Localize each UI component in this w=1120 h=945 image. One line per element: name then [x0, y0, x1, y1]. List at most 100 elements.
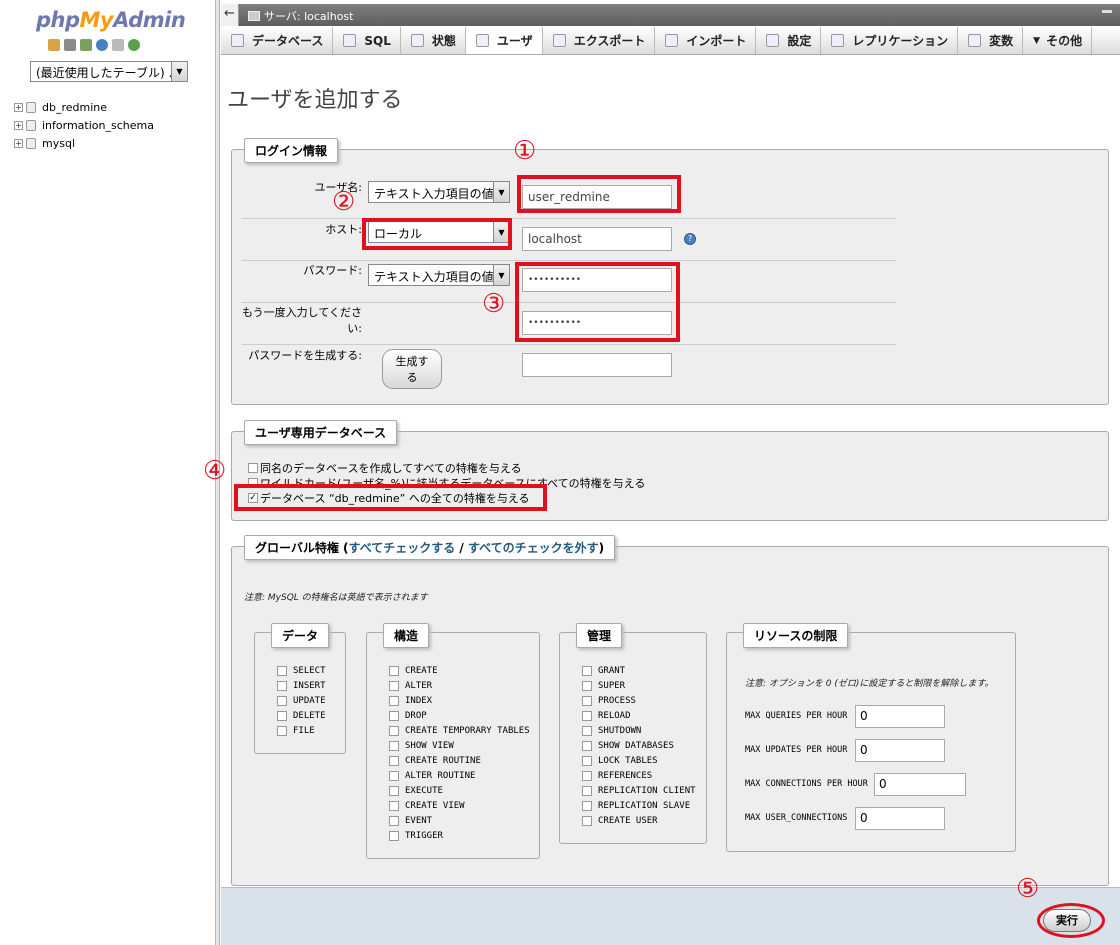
max-connections-input[interactable]: 0: [874, 773, 966, 796]
tab-more[interactable]: ▼ その他: [1023, 27, 1093, 54]
checkbox[interactable]: [582, 710, 592, 721]
checkbox[interactable]: [582, 725, 592, 736]
tab-export[interactable]: エクスポート: [543, 27, 656, 54]
privilege-index[interactable]: INDEX: [389, 693, 530, 708]
privilege-delete[interactable]: DELETE: [277, 708, 326, 723]
checkbox[interactable]: [277, 695, 287, 706]
tab-status[interactable]: 状態: [401, 27, 466, 54]
privilege-references[interactable]: REFERENCES: [582, 768, 696, 783]
password-type-select[interactable]: テキスト入力項目の値 ▼: [368, 264, 510, 286]
privilege-select[interactable]: SELECT: [277, 663, 326, 678]
checkbox[interactable]: [277, 710, 287, 721]
checkbox[interactable]: [277, 725, 287, 736]
max-queries-input[interactable]: 0: [855, 705, 945, 728]
privilege-replication-client[interactable]: REPLICATION CLIENT: [582, 783, 696, 798]
privilege-create-user[interactable]: CREATE USER: [582, 813, 696, 828]
privilege-alter[interactable]: ALTER: [389, 678, 530, 693]
max-user-connections-input[interactable]: 0: [855, 807, 945, 830]
checkbox[interactable]: [389, 710, 399, 721]
logout-icon[interactable]: [64, 39, 76, 51]
reload-icon[interactable]: [128, 39, 140, 51]
expand-icon[interactable]: +: [14, 138, 23, 148]
checkbox[interactable]: [389, 755, 399, 766]
recent-tables-select[interactable]: (最近使用したテーブル) ... ▼: [30, 61, 188, 82]
checkbox[interactable]: [389, 665, 399, 676]
tab-settings[interactable]: 設定: [756, 27, 822, 54]
check-all-link[interactable]: すべてチェックする: [349, 541, 456, 555]
checkbox[interactable]: [582, 680, 592, 691]
checkbox[interactable]: [389, 830, 399, 841]
checkbox[interactable]: [389, 785, 399, 796]
privilege-lock-tables[interactable]: LOCK TABLES: [582, 753, 696, 768]
db-item-mysql[interactable]: + mysql: [14, 134, 154, 152]
generate-password-button[interactable]: 生成する: [382, 349, 442, 389]
privilege-trigger[interactable]: TRIGGER: [389, 828, 530, 843]
checkbox[interactable]: [389, 770, 399, 781]
checkbox[interactable]: [389, 695, 399, 706]
sql-query-icon[interactable]: [80, 39, 92, 51]
privilege-create-view[interactable]: CREATE VIEW: [389, 798, 530, 813]
max-updates-input[interactable]: 0: [855, 739, 945, 762]
privilege-update[interactable]: UPDATE: [277, 693, 326, 708]
phpmyadmin-logo[interactable]: phpMyAdmin: [36, 8, 186, 32]
checkbox[interactable]: [582, 740, 592, 751]
privilege-file[interactable]: FILE: [277, 723, 326, 738]
privilege-drop[interactable]: DROP: [389, 708, 530, 723]
checkbox[interactable]: [277, 665, 287, 676]
host-input[interactable]: localhost: [522, 227, 672, 251]
breadcrumb[interactable]: サーバ: localhost: [248, 8, 353, 24]
checkbox[interactable]: [248, 462, 258, 473]
tab-import[interactable]: インポート: [655, 27, 757, 54]
create-same-name-db-checkbox[interactable]: 同名のデータベースを作成してすべての特権を与える: [248, 460, 645, 475]
checkbox[interactable]: [277, 680, 287, 691]
privilege-super[interactable]: SUPER: [582, 678, 696, 693]
uncheck-all-link[interactable]: すべてのチェックを外す: [468, 541, 599, 555]
checkbox[interactable]: [582, 770, 592, 781]
user-database-legend: ユーザ専用データベース: [244, 420, 398, 445]
checkbox[interactable]: [582, 665, 592, 676]
help-icon[interactable]: ?: [684, 233, 696, 245]
privilege-grant[interactable]: GRANT: [582, 663, 696, 678]
privilege-replication-slave[interactable]: REPLICATION SLAVE: [582, 798, 696, 813]
checkbox[interactable]: [582, 695, 592, 706]
checkbox[interactable]: [582, 755, 592, 766]
docs-icon[interactable]: [96, 39, 108, 51]
tab-sql[interactable]: SQL: [333, 27, 401, 54]
privilege-alter-routine[interactable]: ALTER ROUTINE: [389, 768, 530, 783]
checkbox[interactable]: [389, 725, 399, 736]
database-tree: + db_redmine + information_schema + mysql: [14, 98, 154, 152]
tab-users[interactable]: ユーザ: [465, 27, 543, 54]
username-type-select[interactable]: テキスト入力項目の値 ▼: [368, 181, 510, 203]
privilege-reload[interactable]: RELOAD: [582, 708, 696, 723]
minimize-icon[interactable]: [1102, 10, 1112, 18]
tab-variables[interactable]: 変数: [958, 27, 1024, 54]
checkbox[interactable]: [389, 800, 399, 811]
privilege-create-routine[interactable]: CREATE ROUTINE: [389, 753, 530, 768]
generated-password-input[interactable]: [522, 353, 672, 377]
privilege-create[interactable]: CREATE: [389, 663, 530, 678]
privilege-shutdown[interactable]: SHUTDOWN: [582, 723, 696, 738]
db-item-db_redmine[interactable]: + db_redmine: [14, 98, 154, 116]
back-arrow-icon[interactable]: ←: [221, 4, 239, 26]
privilege-show-databases[interactable]: SHOW DATABASES: [582, 738, 696, 753]
variables-icon: [968, 34, 982, 47]
privilege-execute[interactable]: EXECUTE: [389, 783, 530, 798]
checkbox[interactable]: [582, 800, 592, 811]
checkbox[interactable]: [389, 680, 399, 691]
db-item-information_schema[interactable]: + information_schema: [14, 116, 154, 134]
checkbox[interactable]: [582, 785, 592, 796]
privilege-create-temporary-tables[interactable]: CREATE TEMPORARY TABLES: [389, 723, 530, 738]
checkbox[interactable]: [582, 815, 592, 826]
privilege-insert[interactable]: INSERT: [277, 678, 326, 693]
home-icon[interactable]: [48, 39, 60, 51]
help-icon[interactable]: [112, 39, 124, 51]
tab-replication[interactable]: レプリケーション: [821, 27, 959, 54]
expand-icon[interactable]: +: [14, 120, 23, 130]
tab-databases[interactable]: データベース: [221, 27, 334, 54]
privilege-process[interactable]: PROCESS: [582, 693, 696, 708]
checkbox[interactable]: [389, 815, 399, 826]
expand-icon[interactable]: +: [14, 102, 23, 112]
privilege-event[interactable]: EVENT: [389, 813, 530, 828]
privilege-show-view[interactable]: SHOW VIEW: [389, 738, 530, 753]
checkbox[interactable]: [389, 740, 399, 751]
